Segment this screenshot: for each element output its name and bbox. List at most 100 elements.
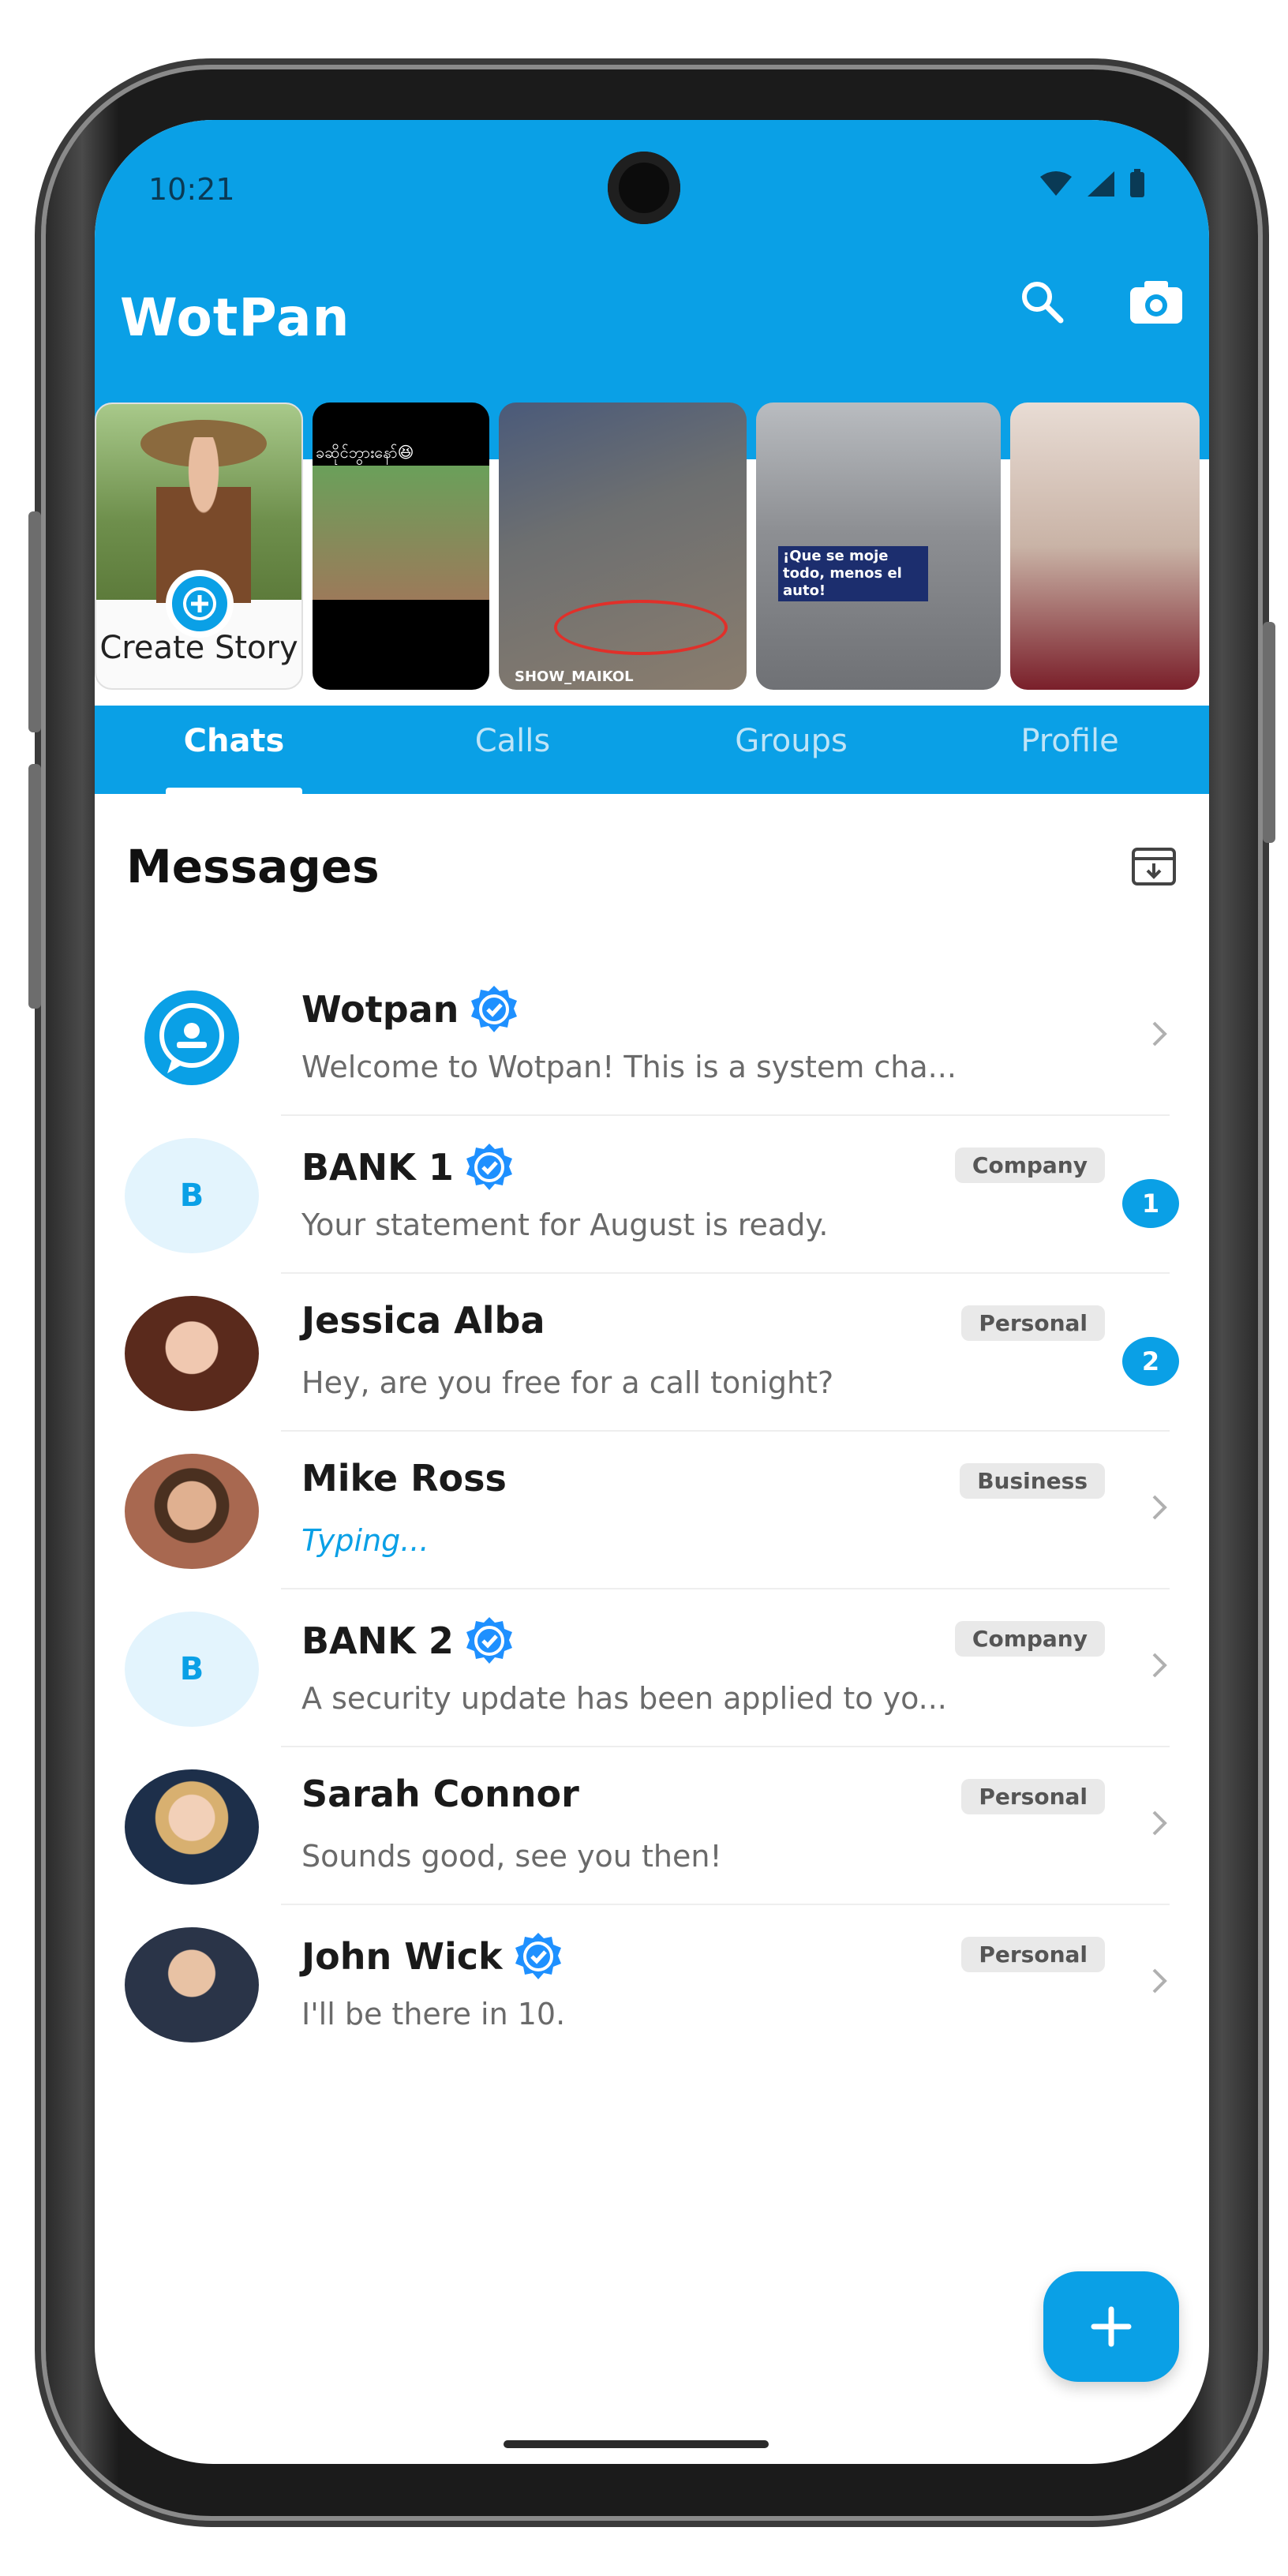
wifi-icon xyxy=(1040,171,1072,196)
avatar xyxy=(125,1927,259,2042)
tab-bar: Chats Calls Groups Profile xyxy=(95,706,1209,794)
chat-row[interactable]: B BANK 2 Company A security update has b… xyxy=(95,1589,1209,1747)
chat-preview: Welcome to Wotpan! This is a system cha.… xyxy=(301,1050,957,1084)
chat-tag: Personal xyxy=(961,1937,1105,1972)
unread-badge: 2 xyxy=(1122,1337,1179,1386)
messages-title: Messages xyxy=(126,840,380,893)
signal-icon xyxy=(1088,171,1114,197)
story-card[interactable]: SHOW_MAIKOL xyxy=(499,402,747,690)
archive-icon[interactable] xyxy=(1130,846,1178,887)
chat-name-text: Wotpan xyxy=(301,988,459,1031)
new-chat-button[interactable] xyxy=(1043,2271,1179,2382)
avatar: B xyxy=(125,1138,259,1253)
chat-preview: Your statement for August is ready. xyxy=(301,1208,829,1242)
story-photo xyxy=(313,466,489,600)
chat-row[interactable]: Wotpan Welcome to Wotpan! This is a syst… xyxy=(95,958,1209,1116)
tab-groups-label: Groups xyxy=(735,723,848,759)
chat-row[interactable]: Sarah Connor Personal Sounds good, see y… xyxy=(95,1747,1209,1905)
tab-calls[interactable]: Calls xyxy=(373,706,652,794)
app-title: WotPan xyxy=(120,287,350,348)
phone-frame: 10:21 WotPan Create Story ခဆိုင်ဘွားနော်… xyxy=(28,69,1275,2516)
chevron-right-icon xyxy=(1152,1653,1167,1678)
chat-tag: Company xyxy=(954,1621,1105,1657)
chat-tag: Personal xyxy=(961,1779,1105,1814)
power-button xyxy=(1263,622,1275,843)
create-story-label: Create Story xyxy=(99,630,298,666)
story-caption: ခဆိုင်ဘွားနော်😆 xyxy=(316,443,414,462)
story-caption: ¡Que se moje todo, menos el auto! xyxy=(778,546,928,601)
tab-groups[interactable]: Groups xyxy=(652,706,930,794)
status-time: 10:21 xyxy=(148,172,235,207)
chat-name-text: BANK 2 xyxy=(301,1619,454,1662)
story-card[interactable]: ¡Que se moje todo, menos el auto! xyxy=(756,402,1001,690)
wotpan-logo-icon xyxy=(144,990,239,1085)
chat-name: Jessica Alba xyxy=(301,1299,545,1342)
volume-down-button xyxy=(28,764,41,1009)
avatar xyxy=(125,1769,259,1885)
tab-active-indicator xyxy=(166,788,302,794)
messages-header: Messages xyxy=(126,840,1178,893)
verified-badge-icon xyxy=(515,1933,561,1979)
plus-icon xyxy=(1091,2306,1132,2347)
avatar xyxy=(125,1296,259,1411)
chat-name-text: Mike Ross xyxy=(301,1457,507,1500)
chat-name-text: Jessica Alba xyxy=(301,1299,545,1342)
chat-list: Wotpan Welcome to Wotpan! This is a syst… xyxy=(95,958,1209,2063)
chat-tag: Company xyxy=(954,1148,1105,1183)
battery-icon xyxy=(1130,169,1144,197)
chat-name-text: Sarah Connor xyxy=(301,1773,579,1815)
tab-calls-label: Calls xyxy=(474,723,551,759)
avatar-initial: B xyxy=(179,1178,204,1214)
chevron-right-icon xyxy=(1152,1968,1167,1994)
chat-name: John Wick xyxy=(301,1930,564,1983)
verified-badge-icon xyxy=(466,1617,512,1664)
avatar: B xyxy=(125,1612,259,1727)
screen: 10:21 WotPan Create Story ခဆိုင်ဘွားနော်… xyxy=(95,120,1209,2464)
unread-badge: 1 xyxy=(1122,1179,1179,1228)
tab-profile[interactable]: Profile xyxy=(930,706,1209,794)
chat-name: Wotpan xyxy=(301,983,520,1035)
search-icon[interactable] xyxy=(1018,278,1065,325)
chat-preview: Sounds good, see you then! xyxy=(301,1839,722,1874)
chat-row[interactable]: Mike Ross Business Typing... xyxy=(95,1432,1209,1589)
story-card[interactable]: ခဆိုင်ဘွားနော်😆 xyxy=(313,402,489,690)
chat-name: BANK 1 xyxy=(301,1141,515,1193)
home-indicator[interactable] xyxy=(504,2440,769,2448)
chat-name: Sarah Connor xyxy=(301,1773,579,1815)
story-card[interactable] xyxy=(1010,402,1200,690)
typing-indicator: Typing... xyxy=(301,1523,429,1558)
add-story-icon[interactable] xyxy=(166,570,234,638)
avatar xyxy=(125,980,259,1095)
chat-name-text: BANK 1 xyxy=(301,1146,454,1189)
chat-preview: Hey, are you free for a call tonight? xyxy=(301,1365,834,1400)
stories-strip: Create Story ခဆိုင်ဘွားနော်😆 SHOW_MAIKOL… xyxy=(95,402,1209,702)
camera-icon[interactable] xyxy=(1129,278,1184,325)
front-camera xyxy=(608,152,680,224)
chat-row[interactable]: B BANK 1 Company Your statement for Augu… xyxy=(95,1116,1209,1274)
chat-name-text: John Wick xyxy=(301,1935,503,1978)
avatar xyxy=(125,1454,259,1569)
story-highlight-circle xyxy=(554,600,728,655)
status-icons xyxy=(1039,169,1146,199)
tab-profile-label: Profile xyxy=(1020,723,1119,759)
chevron-right-icon xyxy=(1152,1021,1167,1046)
tab-chats[interactable]: Chats xyxy=(95,706,373,794)
verified-badge-icon xyxy=(471,986,518,1032)
chat-row[interactable]: John Wick Personal I'll be there in 10. xyxy=(95,1905,1209,2063)
chat-preview: I'll be there in 10. xyxy=(301,1997,566,2031)
tab-chats-label: Chats xyxy=(183,723,285,759)
chat-name: Mike Ross xyxy=(301,1457,507,1500)
chat-row[interactable]: Jessica Alba Personal Hey, are you free … xyxy=(95,1274,1209,1432)
chevron-right-icon xyxy=(1152,1810,1167,1836)
create-story-card[interactable]: Create Story xyxy=(95,402,303,690)
chat-tag: Personal xyxy=(961,1305,1105,1341)
chat-name: BANK 2 xyxy=(301,1615,515,1667)
chat-tag: Business xyxy=(960,1463,1105,1499)
story-caption: SHOW_MAIKOL xyxy=(515,668,634,685)
chevron-right-icon xyxy=(1152,1495,1167,1520)
app-bar-actions xyxy=(1018,278,1184,325)
avatar-initial: B xyxy=(179,1651,204,1687)
volume-up-button xyxy=(28,511,41,732)
chat-preview: A security update has been applied to yo… xyxy=(301,1681,947,1716)
verified-badge-icon xyxy=(466,1144,512,1190)
